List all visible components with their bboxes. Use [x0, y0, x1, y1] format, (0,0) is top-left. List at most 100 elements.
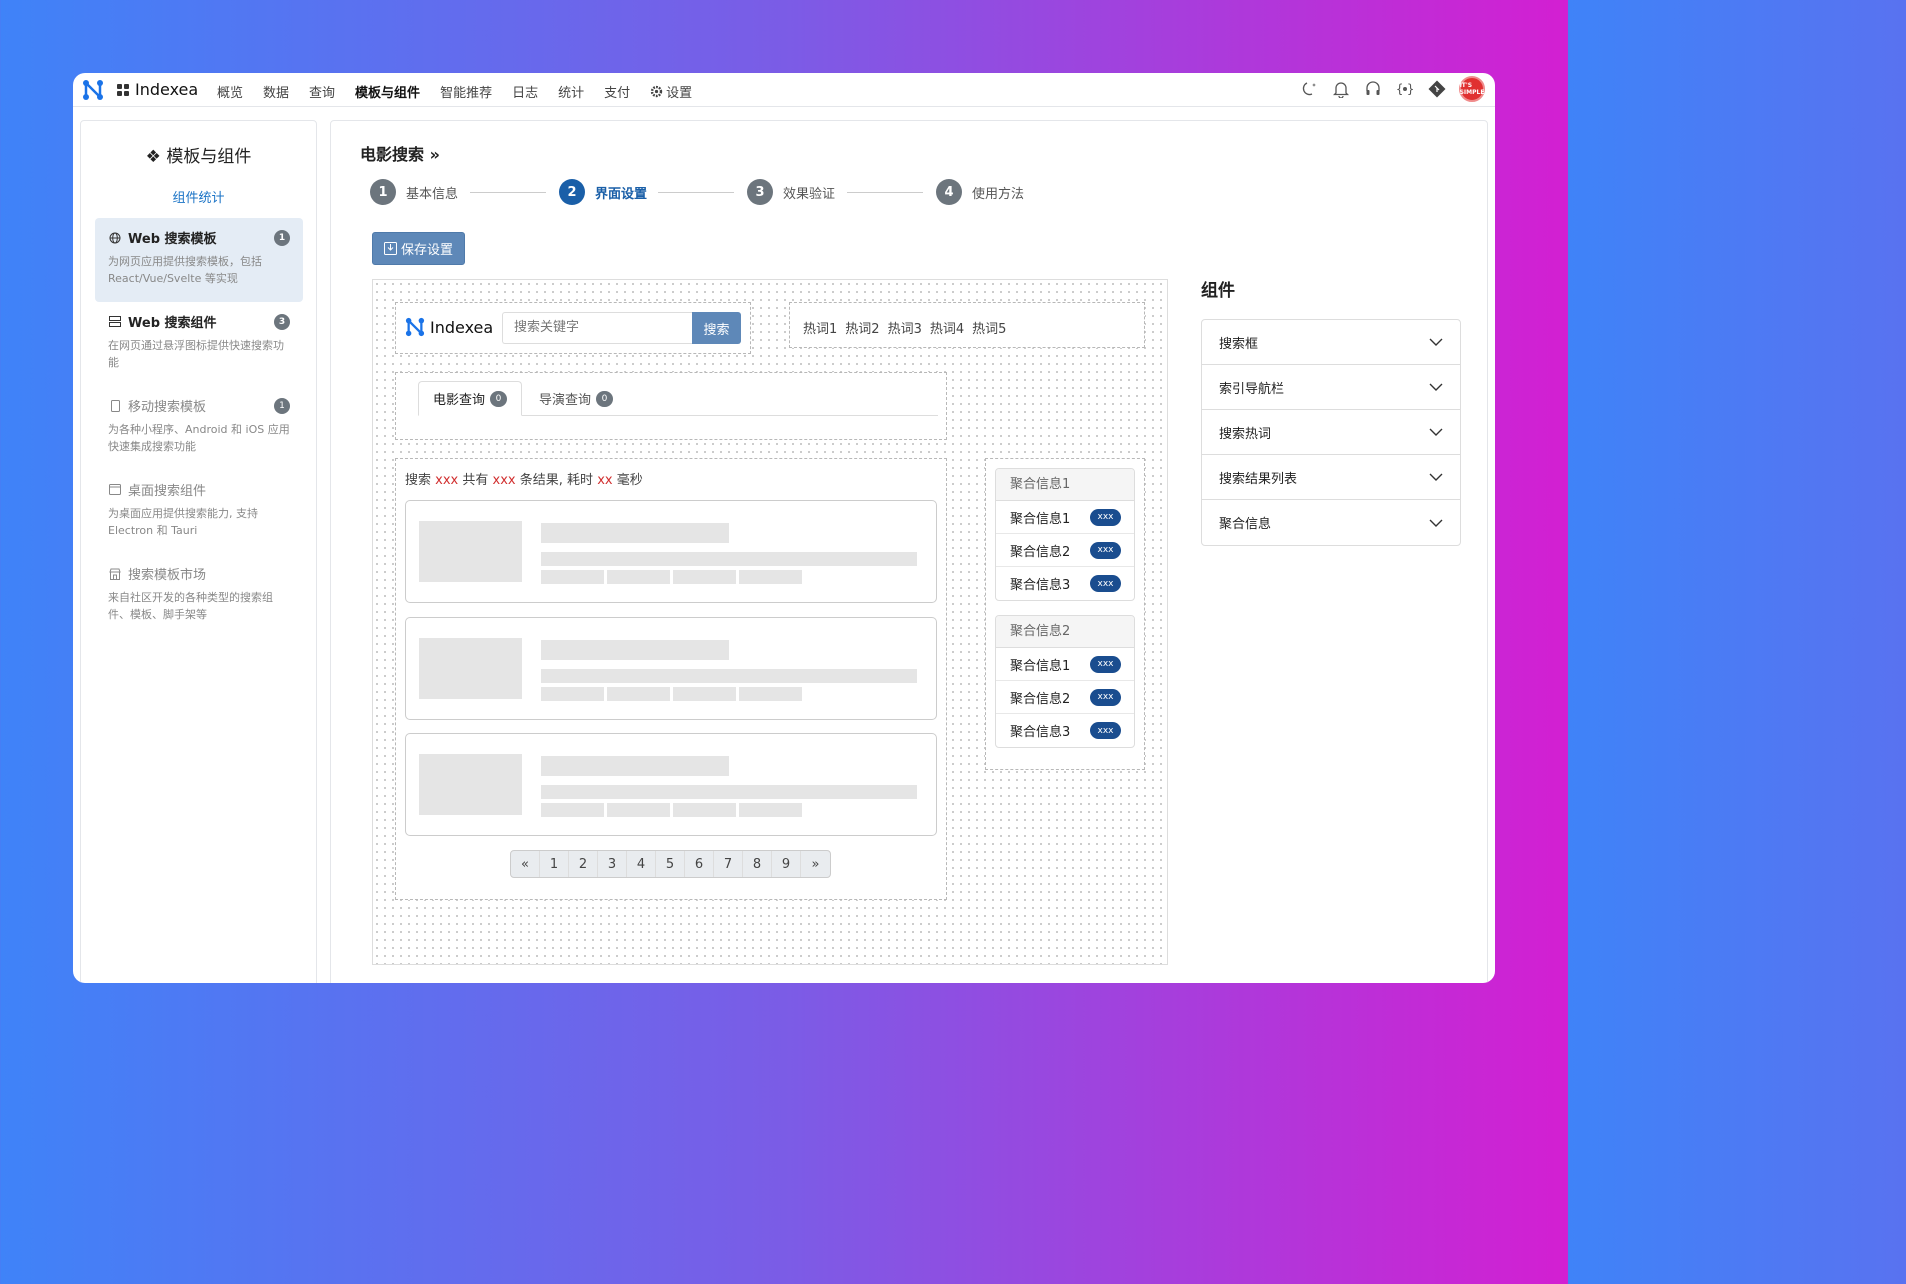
main-nav: 概览 数据 查询 模板与组件 智能推荐 日志 统计 支付 设置 — [217, 82, 692, 101]
component-stats-link[interactable]: 组件统计 — [81, 187, 316, 206]
diamonds-icon: ❖ — [145, 147, 161, 167]
nav-item-stats[interactable]: 统计 — [558, 82, 584, 101]
page-link[interactable]: 6 — [685, 851, 714, 877]
aggregation-item-label: 聚合信息3 — [1010, 725, 1071, 740]
nav-item-templates[interactable]: 模板与组件 — [355, 82, 420, 101]
preview-hot-words[interactable]: 热词1 热词2 热词3 热词4 热词5 — [789, 302, 1145, 348]
aggregation-group: 聚合信息2 聚合信息1 xxx 聚合信息2 xxx 聚合信息3 xxx — [995, 615, 1135, 748]
sidebar-item-template-market[interactable]: 搜索模板市场 来自社区开发的各种类型的搜索组件、模板、脚手架等 — [95, 554, 303, 638]
aggregation-item[interactable]: 聚合信息2 xxx — [996, 681, 1134, 714]
aggregation-count-pill: xxx — [1090, 508, 1121, 526]
user-avatar[interactable]: IT'S SIMPLE — [1459, 76, 1485, 102]
page-next[interactable]: » — [801, 851, 830, 877]
chevron-down-icon — [1429, 519, 1443, 527]
git-icon[interactable] — [1427, 77, 1447, 101]
hot-word[interactable]: 热词3 — [888, 318, 922, 337]
nav-item-query[interactable]: 查询 — [309, 82, 335, 101]
step-usage[interactable]: 4 使用方法 — [936, 179, 1024, 205]
preview-brand: Indexea — [430, 317, 494, 337]
aggregation-item[interactable]: 聚合信息1 xxx — [996, 648, 1134, 681]
nav-item-settings[interactable]: 设置 — [650, 82, 692, 101]
aggregation-item-label: 聚合信息3 — [1010, 578, 1071, 593]
moon-icon[interactable] — [1299, 77, 1319, 101]
step-verify[interactable]: 3 效果验证 — [747, 179, 835, 205]
count-badge: 1 — [274, 229, 290, 246]
hot-word[interactable]: 热词2 — [845, 318, 879, 337]
nav-item-logs[interactable]: 日志 — [512, 82, 538, 101]
preview-search-box[interactable]: Indexea 搜索关键字 搜索 — [395, 302, 751, 354]
headset-icon[interactable] — [1363, 77, 1383, 101]
nav-item-data[interactable]: 数据 — [263, 82, 289, 101]
sidebar-item-title: Web 搜索模板 — [128, 232, 217, 247]
save-settings-button[interactable]: 保存设置 — [372, 232, 465, 265]
component-results-list[interactable]: 搜索结果列表 — [1202, 455, 1460, 500]
hot-word[interactable]: 热词1 — [803, 318, 837, 337]
hot-word[interactable]: 热词4 — [930, 318, 964, 337]
nav-item-overview[interactable]: 概览 — [217, 82, 243, 101]
save-icon — [383, 242, 397, 255]
page-prev[interactable]: « — [511, 851, 540, 877]
components-title: 组件 — [1201, 281, 1235, 301]
aggregation-item[interactable]: 聚合信息3 xxx — [996, 567, 1134, 600]
brand-name: Indexea — [135, 80, 199, 99]
bell-icon[interactable] — [1331, 77, 1351, 101]
nav-item-recommend[interactable]: 智能推荐 — [440, 82, 492, 101]
page-link[interactable]: 2 — [569, 851, 598, 877]
aggregation-item[interactable]: 聚合信息3 xxx — [996, 714, 1134, 747]
nav-item-payment[interactable]: 支付 — [604, 82, 630, 101]
tab-count-badge: 0 — [490, 390, 508, 407]
globe-icon — [108, 232, 122, 244]
indexea-logo-icon[interactable] — [82, 79, 104, 101]
aggregation-count-pill: xxx — [1090, 688, 1121, 706]
component-hot-words[interactable]: 搜索热词 — [1202, 410, 1460, 455]
stepper: 1 基本信息 2 界面设置 3 效果验证 4 使用方法 — [370, 179, 1070, 209]
aggregation-item-label: 聚合信息1 — [1010, 511, 1071, 527]
chevron-down-icon — [1429, 473, 1443, 481]
step-ui-settings[interactable]: 2 界面设置 — [559, 179, 647, 205]
component-search-box[interactable]: 搜索框 — [1202, 320, 1460, 365]
tab-count-badge: 0 — [596, 390, 614, 407]
breadcrumb[interactable]: 电影搜索 » — [360, 141, 440, 165]
page-link[interactable]: 1 — [540, 851, 569, 877]
preview-search-button[interactable]: 搜索 — [692, 312, 741, 344]
page-link[interactable]: 8 — [743, 851, 772, 877]
page-link[interactable]: 5 — [656, 851, 685, 877]
sidebar-item-web-template[interactable]: Web 搜索模板 1 为网页应用提供搜索模板，包括 React/Vue/Svel… — [95, 218, 303, 302]
chevron-down-icon — [1429, 428, 1443, 436]
aggregation-item-label: 聚合信息2 — [1010, 691, 1071, 707]
aggregation-group: 聚合信息1 聚合信息1 xxx 聚合信息2 xxx 聚合信息3 xxx — [995, 468, 1135, 601]
preview-results-list[interactable]: 搜索 xxx 共有 xxx 条结果, 耗时 xx 毫秒 « 1 2 3 4 5 … — [395, 458, 947, 900]
page-link[interactable]: 3 — [598, 851, 627, 877]
aggregation-item[interactable]: 聚合信息1 xxx — [996, 501, 1134, 534]
aggregation-count-pill: xxx — [1090, 541, 1121, 559]
component-label: 搜索结果列表 — [1219, 471, 1298, 487]
brand[interactable]: Indexea — [117, 80, 198, 99]
sidebar-item-mobile-template[interactable]: 移动搜索模板 1 为各种小程序、Android 和 iOS 应用快速集成搜索功能 — [95, 386, 303, 470]
count-badge: 3 — [274, 313, 290, 330]
preview-index-nav[interactable]: 电影查询 0 导演查询 0 — [395, 372, 947, 440]
aggregation-title: 聚合信息1 — [996, 469, 1134, 501]
result-summary-text: 条结果, 耗时 — [519, 473, 594, 488]
page-link[interactable]: 9 — [772, 851, 801, 877]
tab-movie-query[interactable]: 电影查询 0 — [418, 381, 523, 416]
hot-word[interactable]: 热词5 — [972, 318, 1006, 337]
sidebar: ❖ 模板与组件 组件统计 Web 搜索模板 1 为网页应用提供搜索模板，包括 R… — [80, 120, 317, 983]
sidebar-item-desktop-component[interactable]: 桌面搜索组件 为桌面应用提供搜索能力, 支持 Electron 和 Tauri — [95, 470, 303, 554]
tab-director-query[interactable]: 导演查询 0 — [525, 381, 627, 416]
page-link[interactable]: 7 — [714, 851, 743, 877]
result-summary-text: 毫秒 — [616, 473, 643, 488]
component-aggregations[interactable]: 聚合信息 — [1202, 500, 1460, 545]
aggregation-item[interactable]: 聚合信息2 xxx — [996, 534, 1134, 567]
sidebar-item-web-component[interactable]: Web 搜索组件 3 在网页通过悬浮图标提供快速搜索功能 — [95, 302, 303, 386]
page-link[interactable]: 4 — [627, 851, 656, 877]
count-badge: 1 — [274, 397, 290, 414]
preview-search-input[interactable]: 搜索关键字 — [502, 312, 692, 344]
api-icon[interactable]: {} — [1395, 77, 1415, 101]
gear-icon — [650, 85, 663, 98]
phone-icon — [108, 399, 122, 412]
result-summary: 搜索 xxx 共有 xxx 条结果, 耗时 xx 毫秒 — [405, 469, 643, 488]
nav-settings-label: 设置 — [666, 86, 693, 101]
component-index-nav[interactable]: 索引导航栏 — [1202, 365, 1460, 410]
step-basic-info[interactable]: 1 基本信息 — [370, 179, 458, 205]
preview-aggregations[interactable]: 聚合信息1 聚合信息1 xxx 聚合信息2 xxx 聚合信息3 xxx 聚合信息2 聚… — [985, 458, 1145, 770]
